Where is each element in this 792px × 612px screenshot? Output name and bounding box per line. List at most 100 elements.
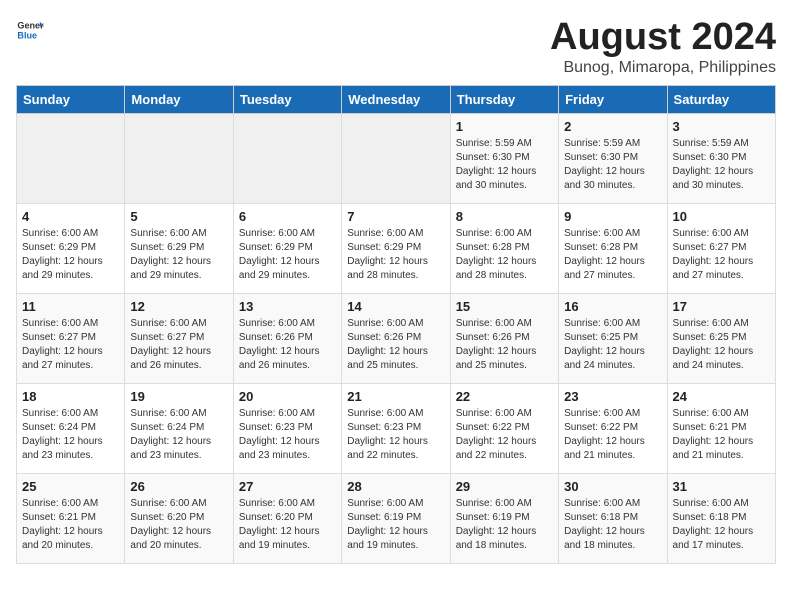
day-info: Sunrise: 6:00 AM Sunset: 6:29 PM Dayligh… [22, 227, 119, 283]
day-cell: 5Sunrise: 6:00 AM Sunset: 6:29 PM Daylig… [125, 204, 233, 294]
day-info: Sunrise: 6:00 AM Sunset: 6:22 PM Dayligh… [564, 407, 661, 463]
day-number: 12 [130, 299, 227, 314]
day-cell: 17 Sunrise: 6:00 AM Sunset: 6:25 PM Dayli… [667, 294, 775, 384]
day-info: Sunrise: 6:00 AM Sunset: 6:29 PM Dayligh… [347, 227, 444, 283]
main-title: August 2024 [550, 16, 776, 59]
day-info: Sunrise: 6:00 AM Sunset: 6:24 PM Dayligh… [22, 407, 119, 463]
day-cell: 6 Sunrise: 6:00 AM Sunset: 6:29 PM Daylig… [233, 204, 341, 294]
logo-icon: General Blue [16, 16, 44, 44]
day-cell: 2 Sunrise: 5:59 AM Sunset: 6:30 PM Daylig… [559, 114, 667, 204]
day-number: 26 [130, 479, 227, 494]
day-number: 9 [564, 209, 661, 224]
day-cell: 15 Sunrise: 6:00 AM Sunset: 6:26 PM Dayli… [450, 294, 558, 384]
day-info: Sunrise: 5:59 AM Sunset: 6:30 PM Dayligh… [673, 137, 770, 193]
day-cell: 1Sunrise: 5:59 AM Sunset: 6:30 PM Daylig… [450, 114, 558, 204]
day-number: 1 [456, 119, 553, 134]
day-cell: 13Sunrise: 6:00 AM Sunset: 6:26 PM Dayli… [233, 294, 341, 384]
day-info: Sunrise: 6:00 AM Sunset: 6:22 PM Dayligh… [456, 407, 553, 463]
day-info: Sunrise: 6:00 AM Sunset: 6:29 PM Dayligh… [239, 227, 336, 283]
day-cell: 10 Sunrise: 6:00 AM Sunset: 6:27 PM Dayli… [667, 204, 775, 294]
day-number: 11 [22, 299, 119, 314]
day-number: 30 [564, 479, 661, 494]
week-row-2: 11 Sunrise: 6:00 AM Sunset: 6:27 PM Dayli… [17, 294, 776, 384]
day-info: Sunrise: 6:00 AM Sunset: 6:21 PM Dayligh… [22, 497, 119, 553]
day-cell [342, 114, 450, 204]
week-row-4: 25 Sunrise: 6:00 AM Sunset: 6:21 PM Dayli… [17, 474, 776, 564]
day-cell: 8 Sunrise: 6:00 AM Sunset: 6:28 PM Daylig… [450, 204, 558, 294]
day-cell: 24Sunrise: 6:00 AM Sunset: 6:21 PM Dayli… [667, 384, 775, 474]
day-number: 27 [239, 479, 336, 494]
day-cell: 3 Sunrise: 5:59 AM Sunset: 6:30 PM Daylig… [667, 114, 775, 204]
weekday-header-saturday: Saturday [667, 86, 775, 114]
day-number: 2 [564, 119, 661, 134]
day-info: Sunrise: 6:00 AM Sunset: 6:20 PM Dayligh… [239, 497, 336, 553]
day-info: Sunrise: 6:00 AM Sunset: 6:28 PM Dayligh… [564, 227, 661, 283]
day-cell: 30 Sunrise: 6:00 AM Sunset: 6:18 PM Dayli… [559, 474, 667, 564]
header: General Blue August 2024 Bunog, Mimaropa… [16, 16, 776, 77]
day-number: 20 [239, 389, 336, 404]
day-cell [125, 114, 233, 204]
day-info: Sunrise: 6:00 AM Sunset: 6:25 PM Dayligh… [673, 317, 770, 373]
day-cell: 14 Sunrise: 6:00 AM Sunset: 6:26 PM Dayli… [342, 294, 450, 384]
weekday-header-wednesday: Wednesday [342, 86, 450, 114]
day-number: 31 [673, 479, 770, 494]
day-number: 14 [347, 299, 444, 314]
day-cell: 19Sunrise: 6:00 AM Sunset: 6:24 PM Dayli… [125, 384, 233, 474]
day-cell [233, 114, 341, 204]
day-info: Sunrise: 6:00 AM Sunset: 6:18 PM Dayligh… [564, 497, 661, 553]
day-cell: 20 Sunrise: 6:00 AM Sunset: 6:23 PM Dayli… [233, 384, 341, 474]
weekday-header-tuesday: Tuesday [233, 86, 341, 114]
day-number: 19 [130, 389, 227, 404]
day-info: Sunrise: 6:00 AM Sunset: 6:26 PM Dayligh… [347, 317, 444, 373]
day-cell: 29 Sunrise: 6:00 AM Sunset: 6:19 PM Dayli… [450, 474, 558, 564]
day-number: 13 [239, 299, 336, 314]
day-number: 10 [673, 209, 770, 224]
day-number: 3 [673, 119, 770, 134]
day-info: Sunrise: 6:00 AM Sunset: 6:27 PM Dayligh… [22, 317, 119, 373]
day-number: 16 [564, 299, 661, 314]
day-cell: 11 Sunrise: 6:00 AM Sunset: 6:27 PM Dayli… [17, 294, 125, 384]
day-info: Sunrise: 6:00 AM Sunset: 6:23 PM Dayligh… [239, 407, 336, 463]
week-row-0: 1 Sunrise: 5:59 AM Sunset: 6:30 PM Daylig… [17, 114, 776, 204]
day-info: Sunrise: 6:00 AM Sunset: 6:25 PM Dayligh… [564, 317, 661, 373]
day-number: 22 [456, 389, 553, 404]
calendar-table: SundayMondayTuesdayWednesdayThursdayFrid… [16, 85, 776, 564]
day-number: 8 [456, 209, 553, 224]
day-info: Sunrise: 6:00 AM Sunset: 6:26 PM Dayligh… [456, 317, 553, 373]
day-cell: 21Sunrise: 6:00 AM Sunset: 6:23 PM Dayli… [342, 384, 450, 474]
day-number: 17 [673, 299, 770, 314]
day-info: Sunrise: 6:00 AM Sunset: 6:28 PM Dayligh… [456, 227, 553, 283]
day-cell: 25 Sunrise: 6:00 AM Sunset: 6:21 PM Dayli… [17, 474, 125, 564]
day-info: Sunrise: 6:00 AM Sunset: 6:27 PM Dayligh… [130, 317, 227, 373]
day-info: Sunrise: 6:00 AM Sunset: 6:21 PM Dayligh… [673, 407, 770, 463]
week-row-3: 18 Sunrise: 6:00 AM Sunset: 6:24 PM Dayli… [17, 384, 776, 474]
weekday-header-monday: Monday [125, 86, 233, 114]
day-number: 7 [347, 209, 444, 224]
day-info: Sunrise: 5:59 AM Sunset: 6:30 PM Dayligh… [564, 137, 661, 193]
day-cell: 31 Sunrise: 6:00 AM Sunset: 6:18 PM Dayli… [667, 474, 775, 564]
day-cell: 12 Sunrise: 6:00 AM Sunset: 6:27 PM Dayli… [125, 294, 233, 384]
day-info: Sunrise: 6:00 AM Sunset: 6:18 PM Dayligh… [673, 497, 770, 553]
day-cell: 9 Sunrise: 6:00 AM Sunset: 6:28 PM Daylig… [559, 204, 667, 294]
day-info: Sunrise: 6:00 AM Sunset: 6:20 PM Dayligh… [130, 497, 227, 553]
weekday-header-friday: Friday [559, 86, 667, 114]
day-number: 18 [22, 389, 119, 404]
day-cell: 22 Sunrise: 6:00 AM Sunset: 6:22 PM Dayli… [450, 384, 558, 474]
logo: General Blue [16, 16, 44, 44]
day-cell: 18 Sunrise: 6:00 AM Sunset: 6:24 PM Dayli… [17, 384, 125, 474]
day-number: 23 [564, 389, 661, 404]
day-cell: 27 Sunrise: 6:00 AM Sunset: 6:20 PM Dayli… [233, 474, 341, 564]
day-info: Sunrise: 6:00 AM Sunset: 6:23 PM Dayligh… [347, 407, 444, 463]
day-info: Sunrise: 6:00 AM Sunset: 6:19 PM Dayligh… [456, 497, 553, 553]
weekday-header-sunday: Sunday [17, 86, 125, 114]
day-cell: 4Sunrise: 6:00 AM Sunset: 6:29 PM Daylig… [17, 204, 125, 294]
day-number: 15 [456, 299, 553, 314]
day-number: 25 [22, 479, 119, 494]
day-number: 29 [456, 479, 553, 494]
day-number: 6 [239, 209, 336, 224]
day-info: Sunrise: 6:00 AM Sunset: 6:27 PM Dayligh… [673, 227, 770, 283]
weekday-header-row: SundayMondayTuesdayWednesdayThursdayFrid… [17, 86, 776, 114]
day-cell: 7 Sunrise: 6:00 AM Sunset: 6:29 PM Daylig… [342, 204, 450, 294]
day-cell: 23 Sunrise: 6:00 AM Sunset: 6:22 PM Dayli… [559, 384, 667, 474]
subtitle: Bunog, Mimaropa, Philippines [550, 59, 776, 77]
